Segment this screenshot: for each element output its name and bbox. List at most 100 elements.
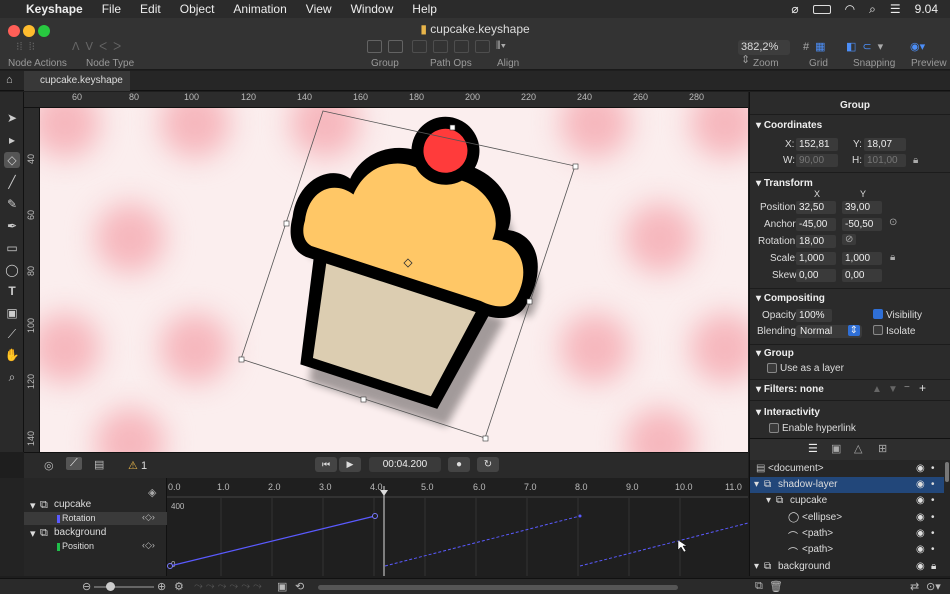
snap-menu-icon[interactable]: ▾ [878,40,884,53]
track-row[interactable]: ▾ ⧉ cupcake [24,498,167,512]
rotation-mode-icon[interactable]: ⊘ [842,234,857,245]
scale-y-field[interactable]: 1,000 [842,252,882,265]
position-y-field[interactable]: 39,00 [842,201,882,214]
search-icon[interactable]: ⌕ [869,2,876,17]
anchor-y-field[interactable]: -50,50 [842,218,882,231]
play-button[interactable]: ▶ [339,457,361,472]
zoom-tool-icon[interactable]: ⌕ [4,369,20,385]
node-handle[interactable] [526,298,533,305]
ungroup-icon[interactable] [388,40,403,53]
resize-handle[interactable] [572,163,579,170]
compositing-section[interactable]: ▾ Compositing [756,293,825,304]
add-filter-icon[interactable]: + [919,381,926,395]
transform-section[interactable]: ▾ Transform [756,178,813,189]
text-tool-icon[interactable]: T [4,283,20,299]
path-subtract-icon[interactable] [433,40,448,53]
track-row[interactable]: Rotation ‹◇› [24,512,167,525]
eyedropper-tool-icon[interactable]: ⟋ [4,326,20,342]
layer-dot-icon[interactable]: • [931,544,935,555]
node-handle[interactable] [449,124,456,131]
lock-scale-icon[interactable]: 🔒︎ [890,252,895,263]
add-layer-icon[interactable]: ⧉ [755,580,763,593]
lock-icon[interactable]: 🔒︎ [931,561,936,572]
filters-section[interactable]: ▾ Filters: none [756,384,824,395]
layer-row[interactable]: ⌒ <path> ◉ • [750,542,944,559]
more-options-icon[interactable]: ⊙▾ [926,580,941,593]
pen-tool-icon[interactable]: ✒ [4,218,20,234]
skew-x-field[interactable]: 0,00 [796,269,836,282]
visibility-eye-icon[interactable]: ◉ [916,561,925,572]
menu-help[interactable]: Help [412,2,437,16]
assets-image-icon[interactable]: ▣ [831,442,841,455]
move-down-icon[interactable]: ▼ [888,384,898,395]
visibility-eye-icon[interactable]: ◉ [916,528,925,539]
menu-app-name[interactable]: Keyshape [26,2,83,16]
node-type-icon[interactable]: ᐱ [72,40,80,53]
battery-icon[interactable] [812,4,831,14]
shapes-icon[interactable]: △ [854,442,862,455]
layer-dot-icon[interactable]: • [931,528,935,539]
menu-file[interactable]: File [102,2,121,16]
cupcake-artwork[interactable] [40,108,748,452]
grid-dots-icon[interactable]: ▦ [815,40,825,53]
node-select-tool-icon[interactable]: ▸ [4,132,20,148]
skew-y-field[interactable]: 0,00 [842,269,882,282]
visibility-eye-icon[interactable]: ◉ [916,495,925,506]
keyframe-nav-icon[interactable]: ‹◇› [142,540,155,551]
layers-list-icon[interactable]: ☰ [808,442,818,455]
zoom-out-icon[interactable]: ⊖ [82,580,91,593]
menu-view[interactable]: View [306,2,332,16]
zoom-field[interactable]: 382,2% ⇕ [738,40,790,66]
disclosure-icon[interactable]: ▾ [754,479,759,490]
use-as-layer-checkbox[interactable] [767,363,777,373]
snap-point-icon[interactable]: ◧ [846,40,856,53]
scale-x-field[interactable]: 1,000 [796,252,836,265]
anchor-x-field[interactable]: -45,00 [796,218,836,231]
path-exclude-icon[interactable] [475,40,490,53]
rectangle-tool-icon[interactable]: ▭ [4,240,20,256]
move-up-icon[interactable]: ▲ [872,384,882,395]
node-handle[interactable] [283,220,290,227]
anchor-target-icon[interactable]: ⊙ [889,217,897,228]
layers-scrollbar[interactable] [945,462,949,482]
layer-row[interactable]: ▤ <document> ◉ • [750,461,944,477]
layer-dot-icon[interactable]: • [931,479,935,490]
align-button[interactable]: ⫴▾ [496,40,506,53]
rotation-field[interactable]: 18,00 [796,235,836,248]
loop-button[interactable]: ↻ [477,457,499,472]
node-handle[interactable] [360,396,367,403]
layer-dot-icon[interactable]: • [931,463,935,474]
table-icon[interactable]: ⊞ [878,442,887,455]
group-icon[interactable] [367,40,382,53]
pencil-tool-icon[interactable]: ✎ [4,196,20,212]
layer-row[interactable]: ▾ ⧉ shadow-layer ◉ • [750,477,944,493]
x-field[interactable]: 152,81 [796,138,838,151]
go-to-start-button[interactable]: ⏮ [315,457,337,472]
group-section[interactable]: ▾ Group [756,348,794,359]
node-type-icon[interactable]: ᐯ [86,40,94,53]
image-export-icon[interactable]: ▣ [277,580,287,593]
menu-edit[interactable]: Edit [140,2,161,16]
current-time-display[interactable]: 00:04.200 [369,457,441,472]
track-row[interactable]: Position ‹◇› [24,540,167,553]
slider-knob[interactable] [106,582,115,591]
layer-row[interactable]: ▾ ⧉ cupcake ◉ • [750,493,944,509]
record-button[interactable]: ● [448,457,470,472]
mute-icon[interactable]: ⌀ [791,2,798,16]
image-tool-icon[interactable]: ▣ [4,305,20,321]
tab-document[interactable]: cupcake.keyshape [24,71,130,91]
visibility-eye-icon[interactable]: ◉ [916,512,925,523]
menu-animation[interactable]: Animation [233,2,286,16]
wifi-icon[interactable]: ◠ [845,2,855,16]
hand-tool-icon[interactable]: ✋ [4,347,20,363]
node-action-icon[interactable]: ⁝⁞ [16,40,23,53]
visibility-eye-icon[interactable]: ◉ [916,479,925,490]
artboard-canvas[interactable] [40,108,748,452]
anchor-tool-icon[interactable]: ◇ [4,152,20,168]
opacity-field[interactable]: 100% [796,309,832,322]
height-field[interactable]: 101,00 [864,154,906,167]
blending-select[interactable]: Normal ⇕ [796,325,862,338]
preview-button[interactable]: ◉▾ [910,40,925,53]
select-tool-icon[interactable]: ➤ [4,110,20,126]
line-tool-icon[interactable]: ╱ [4,174,20,190]
